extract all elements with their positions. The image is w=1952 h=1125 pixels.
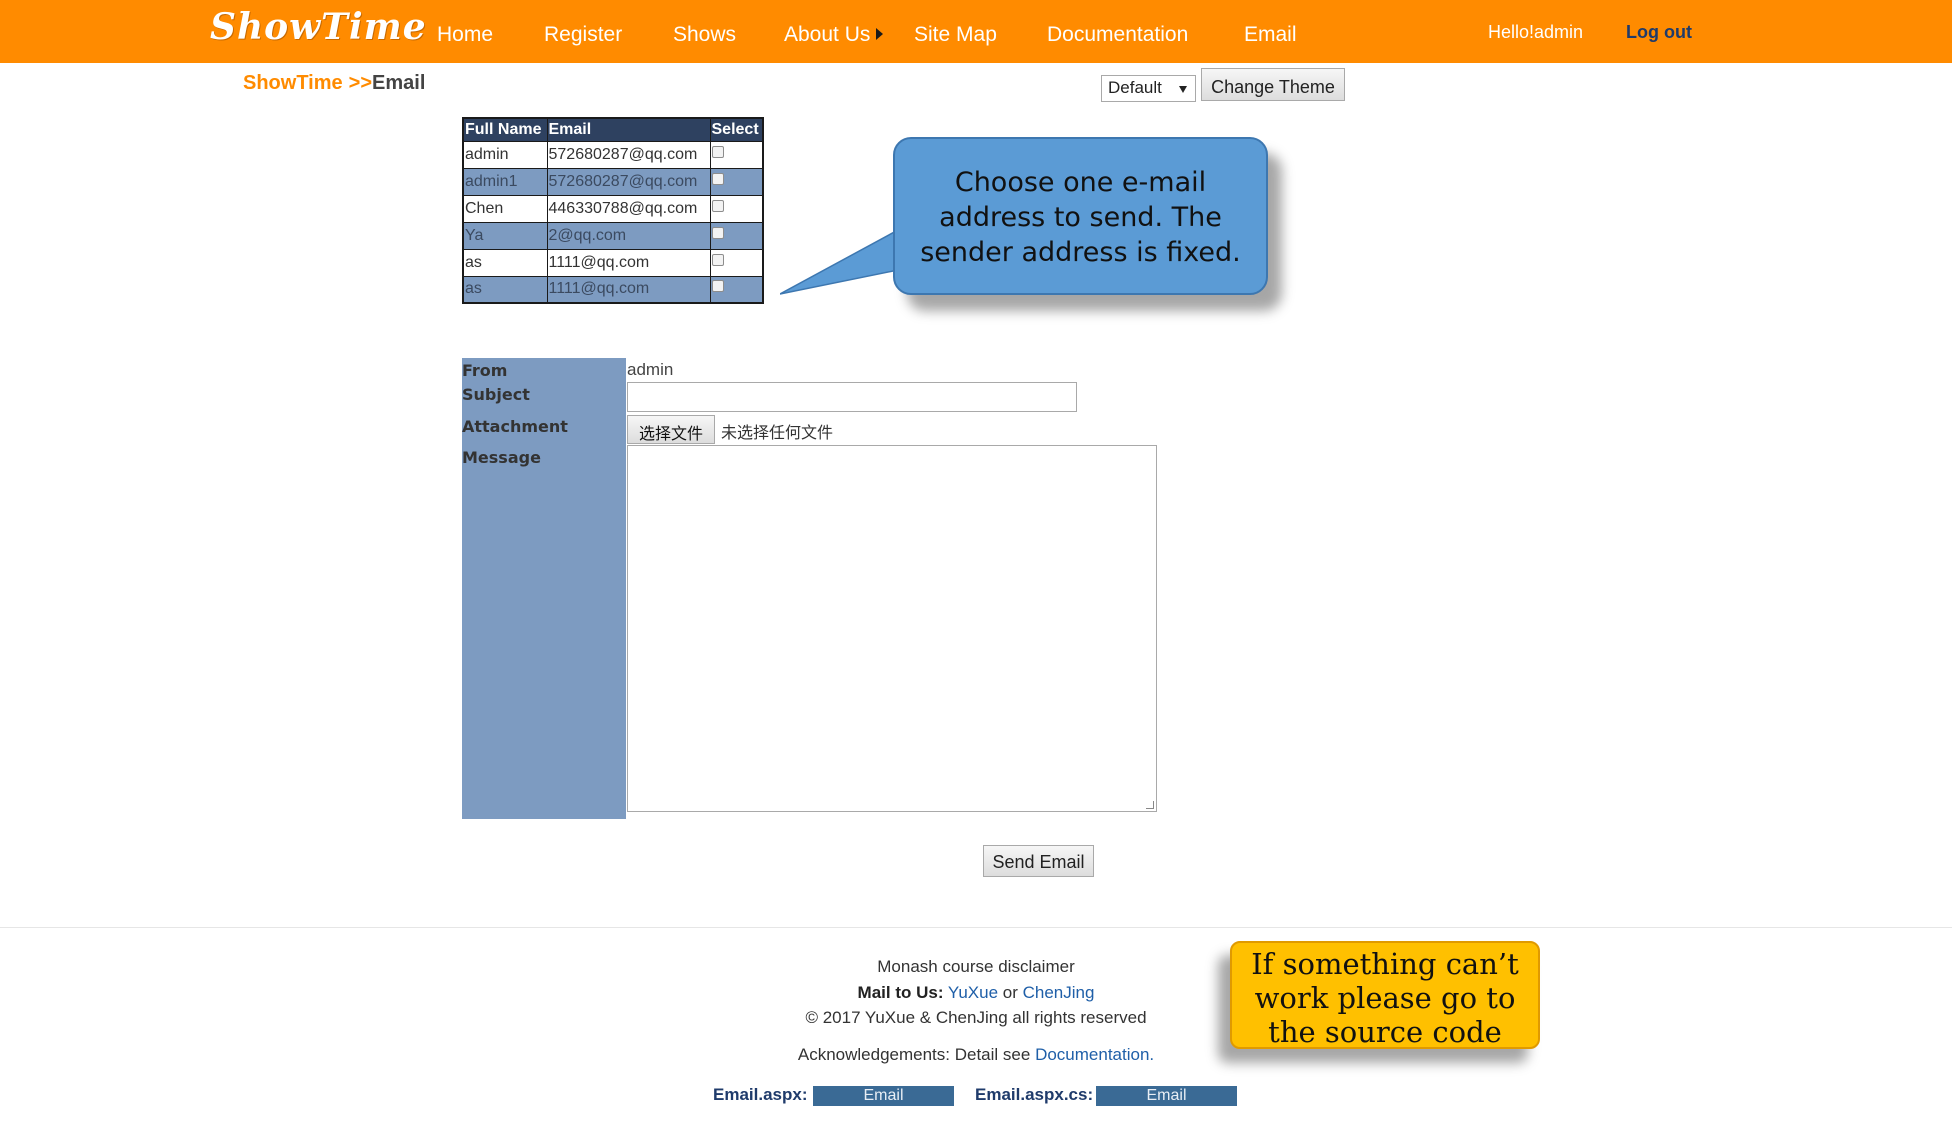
cell-full-name: admin1 [462, 167, 548, 196]
callout-pointer [780, 228, 899, 295]
cell-select [709, 221, 764, 250]
cell-full-name: admin [462, 140, 548, 169]
choose-file-button[interactable]: 选择文件 [627, 415, 715, 444]
cell-select [709, 167, 764, 196]
column-header-email: Email [546, 117, 711, 142]
nav-about-us-label: About Us [784, 23, 871, 46]
logout-link[interactable]: Log out [1626, 22, 1692, 43]
footer-divider [0, 927, 1952, 928]
nav-email[interactable]: Email [1244, 23, 1297, 47]
cell-select [709, 140, 764, 169]
callout-line: work please go to [1254, 981, 1516, 1015]
callout-line: the source code [1268, 1015, 1502, 1049]
nav-about-us[interactable]: About Us [784, 23, 884, 47]
table-row: Chen 446330788@qq.com [462, 194, 764, 223]
send-email-button[interactable]: Send Email [983, 845, 1094, 877]
source-label-aspx: Email.aspx: [713, 1085, 808, 1104]
callout-recipient-hint: Choose one e-mail address to send. The s… [893, 137, 1268, 295]
cell-select [709, 194, 764, 223]
select-checkbox[interactable] [711, 199, 724, 212]
documentation-link[interactable]: Documentation. [1035, 1045, 1154, 1064]
cell-email: 1111@qq.com [546, 275, 711, 304]
cell-email: 446330788@qq.com [546, 194, 711, 223]
recipient-table: Full Name Email Select admin 572680287@q… [462, 117, 764, 304]
source-button-cs[interactable]: Email [1096, 1086, 1237, 1106]
column-header-select: Select [709, 117, 764, 142]
footer-mail: Mail to Us: YuXue or ChenJing [0, 983, 1952, 1003]
subject-input[interactable] [627, 382, 1077, 412]
theme-select[interactable]: Default [1101, 75, 1196, 102]
select-checkbox[interactable] [711, 145, 724, 158]
column-header-full-name: Full Name [462, 117, 548, 142]
attachment-label: Attachment [462, 417, 568, 436]
select-checkbox[interactable] [711, 280, 724, 293]
callout-source-hint: If something can’t work please go to the… [1230, 941, 1540, 1049]
footer-disclaimer: Monash course disclaimer [877, 957, 1075, 976]
ack-text: Acknowledgements: Detail see [797, 1045, 1031, 1064]
source-label-cs: Email.aspx.cs: [975, 1085, 1094, 1104]
breadcrumb: ShowTime >>Email [243, 72, 425, 95]
select-checkbox[interactable] [711, 226, 724, 239]
showtime-logo[interactable]: ShowTime [210, 6, 427, 48]
nav-shows[interactable]: Shows [673, 23, 736, 47]
theme-select-value: Default [1108, 78, 1162, 97]
file-status: 未选择任何文件 [721, 423, 834, 442]
message-label: Message [462, 448, 541, 467]
callout-line: If something can’t [1251, 947, 1519, 981]
cell-email: 572680287@qq.com [546, 167, 711, 196]
table-row: admin 572680287@qq.com [462, 140, 764, 169]
nav-documentation[interactable]: Documentation [1047, 23, 1188, 47]
mail-link-chenjing[interactable]: ChenJing [1023, 983, 1095, 1002]
cell-full-name: Chen [462, 194, 548, 223]
submenu-arrow-icon [876, 28, 884, 40]
mail-label: Mail to Us: [857, 983, 944, 1002]
table-row: Ya 2@qq.com [462, 221, 764, 250]
from-label: From [462, 361, 508, 380]
callout-line: Choose one e-mail [954, 167, 1207, 198]
breadcrumb-separator: >> [348, 72, 373, 94]
cell-full-name: as [462, 248, 548, 277]
footer-acknowledgements: Acknowledgements: Detail see Documentati… [0, 1045, 1952, 1065]
footer-copyright: © 2017 YuXue & ChenJing all rights reser… [805, 1008, 1147, 1027]
dropdown-caret-icon [1179, 86, 1187, 93]
table-row: as 1111@qq.com [462, 248, 764, 277]
callout-line: sender address is fixed. [920, 237, 1241, 268]
table-row: admin1 572680287@qq.com [462, 167, 764, 196]
breadcrumb-root[interactable]: ShowTime [243, 72, 343, 94]
nav-register[interactable]: Register [544, 23, 622, 47]
cell-email: 1111@qq.com [546, 248, 711, 277]
cell-email: 2@qq.com [546, 221, 711, 250]
change-theme-button[interactable]: Change Theme [1201, 68, 1345, 101]
from-value: admin [627, 360, 674, 379]
callout-line: address to send. The [939, 202, 1222, 233]
user-greeting: Hello!admin [1488, 22, 1584, 42]
cell-select [709, 248, 764, 277]
select-checkbox[interactable] [711, 253, 724, 266]
resize-grip-icon[interactable] [1146, 801, 1154, 809]
source-button-aspx[interactable]: Email [813, 1086, 954, 1106]
cell-email: 572680287@qq.com [546, 140, 711, 169]
cell-full-name: as [462, 275, 548, 304]
subject-label: Subject [462, 385, 530, 404]
top-nav-bar: ShowTime Home Register Shows About Us Si… [0, 0, 1952, 63]
mail-or: or [1002, 983, 1018, 1002]
mail-link-yuxue[interactable]: YuXue [948, 983, 998, 1002]
cell-full-name: Ya [462, 221, 548, 250]
nav-home[interactable]: Home [437, 23, 493, 47]
message-textarea[interactable] [627, 445, 1157, 812]
cell-select [709, 275, 764, 304]
table-row: as 1111@qq.com [462, 275, 764, 304]
nav-site-map[interactable]: Site Map [914, 23, 997, 47]
table-header-row: Full Name Email Select [462, 117, 764, 142]
select-checkbox[interactable] [711, 172, 724, 185]
breadcrumb-current: Email [372, 72, 426, 94]
